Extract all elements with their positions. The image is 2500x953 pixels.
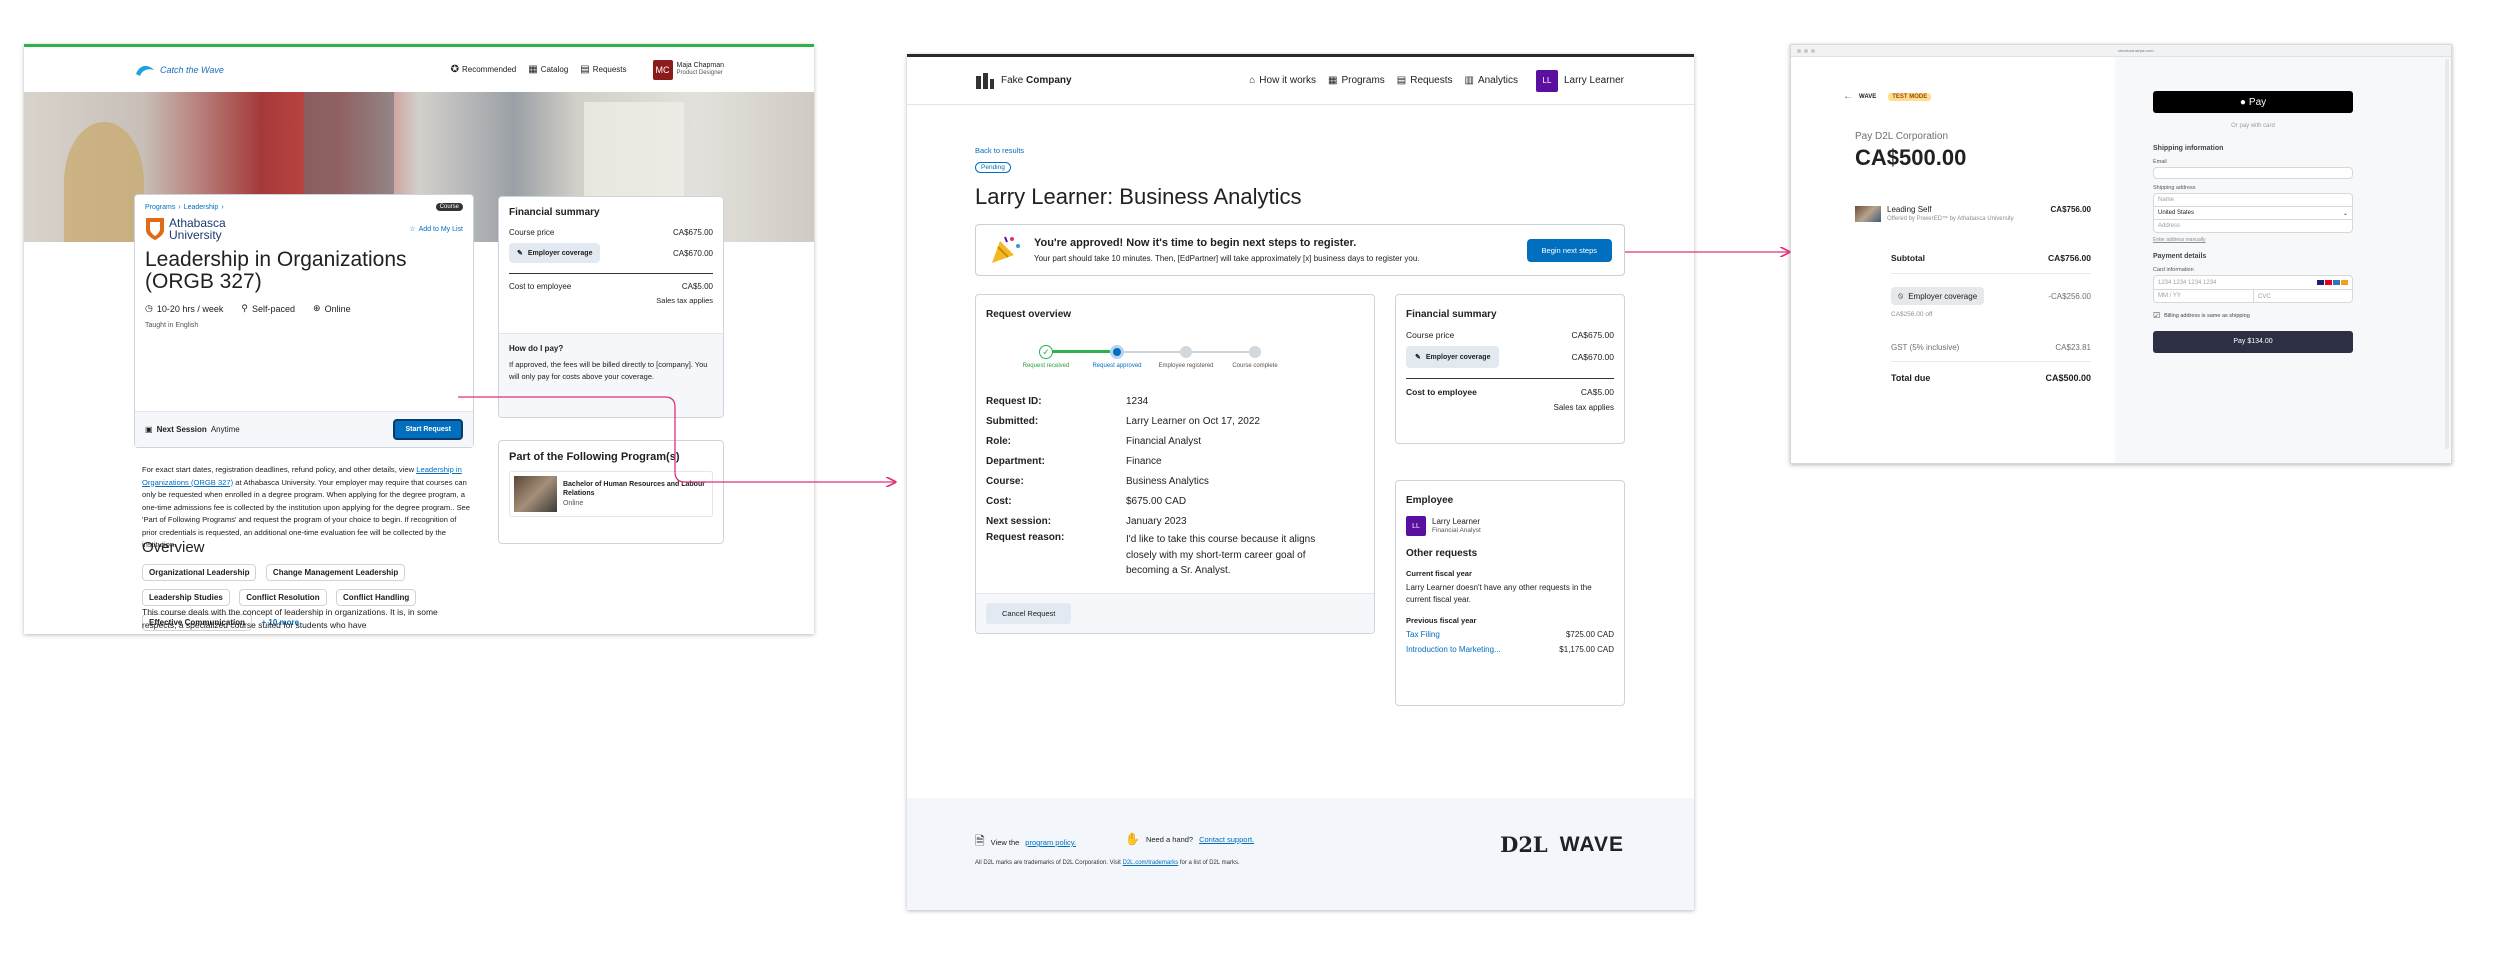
flow-arrow-1 [458, 396, 895, 482]
flow-arrows [458, 0, 2500, 953]
